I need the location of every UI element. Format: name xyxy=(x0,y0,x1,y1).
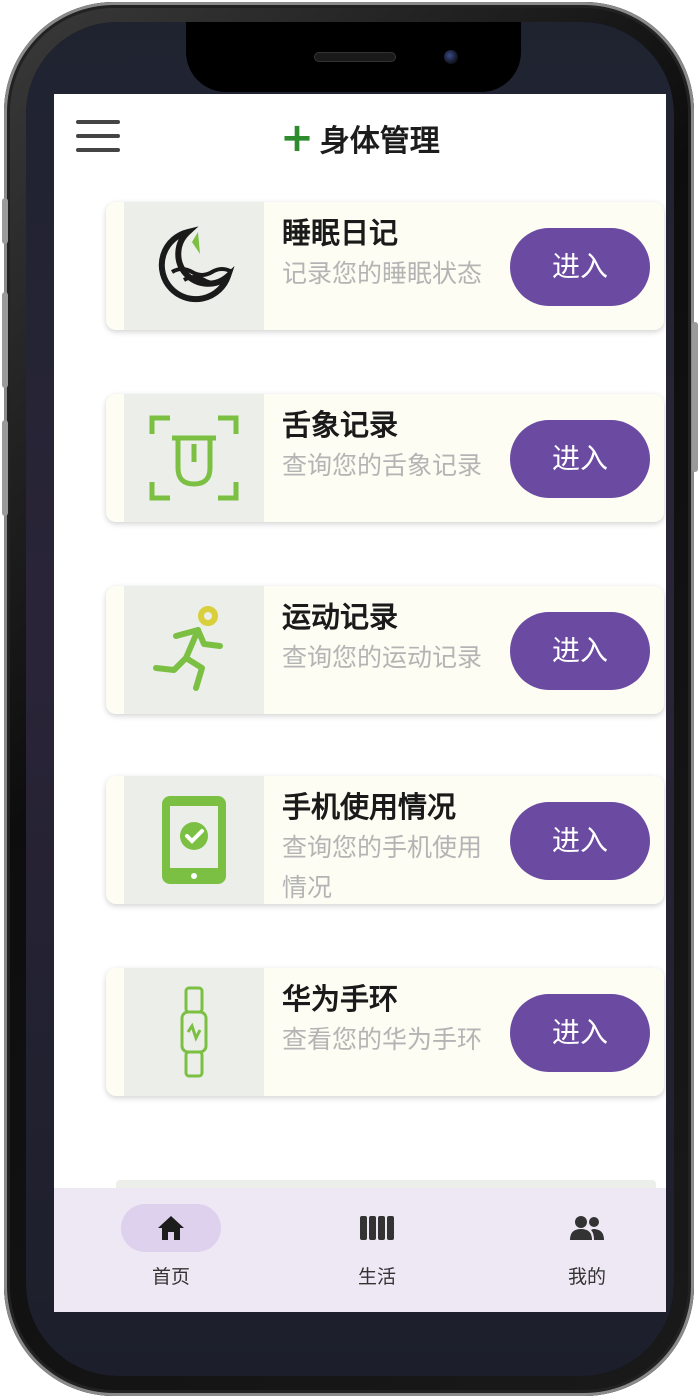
bottom-tab-bar: 首页 生活 我的 xyxy=(54,1188,666,1312)
enter-button[interactable]: 进入 xyxy=(510,612,650,690)
card-title: 舌象记录 xyxy=(282,408,399,442)
card-description: 查询您的手机使用情况 xyxy=(282,833,483,902)
home-icon xyxy=(121,1204,221,1252)
tab-mine[interactable]: 我的 xyxy=(512,1198,662,1298)
card-title: 运动记录 xyxy=(282,600,399,634)
card-sleep-diary: 睡眠日记 记录您的睡眠状态 进入 xyxy=(106,202,664,330)
page-title: 身体管理 xyxy=(319,124,440,159)
people-icon xyxy=(537,1204,637,1252)
phone-check-icon xyxy=(124,776,264,904)
notch xyxy=(186,22,521,92)
header-title: + 身体管理 xyxy=(54,116,666,160)
card-huawei-band: 华为手环 查看您的华为手环 进入 xyxy=(106,968,664,1096)
app-header: + 身体管理 xyxy=(54,94,666,184)
card-exercise-record: 运动记录 查询您的运动记录 进入 xyxy=(106,586,664,714)
tab-home[interactable]: 首页 xyxy=(96,1198,246,1298)
next-card-peek xyxy=(116,1180,656,1188)
plus-icon: + xyxy=(280,115,314,161)
tongue-scan-icon xyxy=(124,394,264,522)
enter-button[interactable]: 进入 xyxy=(510,420,650,498)
columns-icon xyxy=(327,1204,427,1252)
screen-bezel: + 身体管理 睡眠日记 记录您的睡眠状态 进入 舌象记录 查询您的舌象记录 进入… xyxy=(26,22,674,1376)
enter-button[interactable]: 进入 xyxy=(510,994,650,1072)
card-title: 睡眠日记 xyxy=(282,216,399,250)
card-description: 记录您的睡眠状态 xyxy=(282,259,483,288)
band-icon xyxy=(124,968,264,1096)
card-title: 手机使用情况 xyxy=(282,790,457,824)
moon-sleep-icon xyxy=(124,202,264,330)
volume-down-button xyxy=(2,420,8,516)
phone-frame: + 身体管理 睡眠日记 记录您的睡眠状态 进入 舌象记录 查询您的舌象记录 进入… xyxy=(2,2,698,1396)
card-title: 华为手环 xyxy=(282,982,399,1016)
tab-life[interactable]: 生活 xyxy=(302,1198,452,1298)
card-description: 查看您的华为手环 xyxy=(282,1025,483,1054)
earpiece-speaker xyxy=(314,52,396,62)
app-screen: + 身体管理 睡眠日记 记录您的睡眠状态 进入 舌象记录 查询您的舌象记录 进入… xyxy=(54,94,666,1312)
tab-label: 生活 xyxy=(357,1266,396,1288)
volume-up-button xyxy=(2,292,8,388)
running-person-icon xyxy=(124,586,264,714)
tab-label: 首页 xyxy=(151,1266,190,1288)
enter-button[interactable]: 进入 xyxy=(510,228,650,306)
card-tongue-record: 舌象记录 查询您的舌象记录 进入 xyxy=(106,394,664,522)
mute-switch xyxy=(2,198,8,244)
enter-button[interactable]: 进入 xyxy=(510,802,650,880)
power-button xyxy=(692,322,698,472)
card-description: 查询您的舌象记录 xyxy=(282,451,483,480)
front-camera xyxy=(444,50,458,64)
card-phone-usage: 手机使用情况 查询您的手机使用情况 进入 xyxy=(106,776,664,904)
tab-label: 我的 xyxy=(567,1266,606,1288)
card-description: 查询您的运动记录 xyxy=(282,643,483,672)
